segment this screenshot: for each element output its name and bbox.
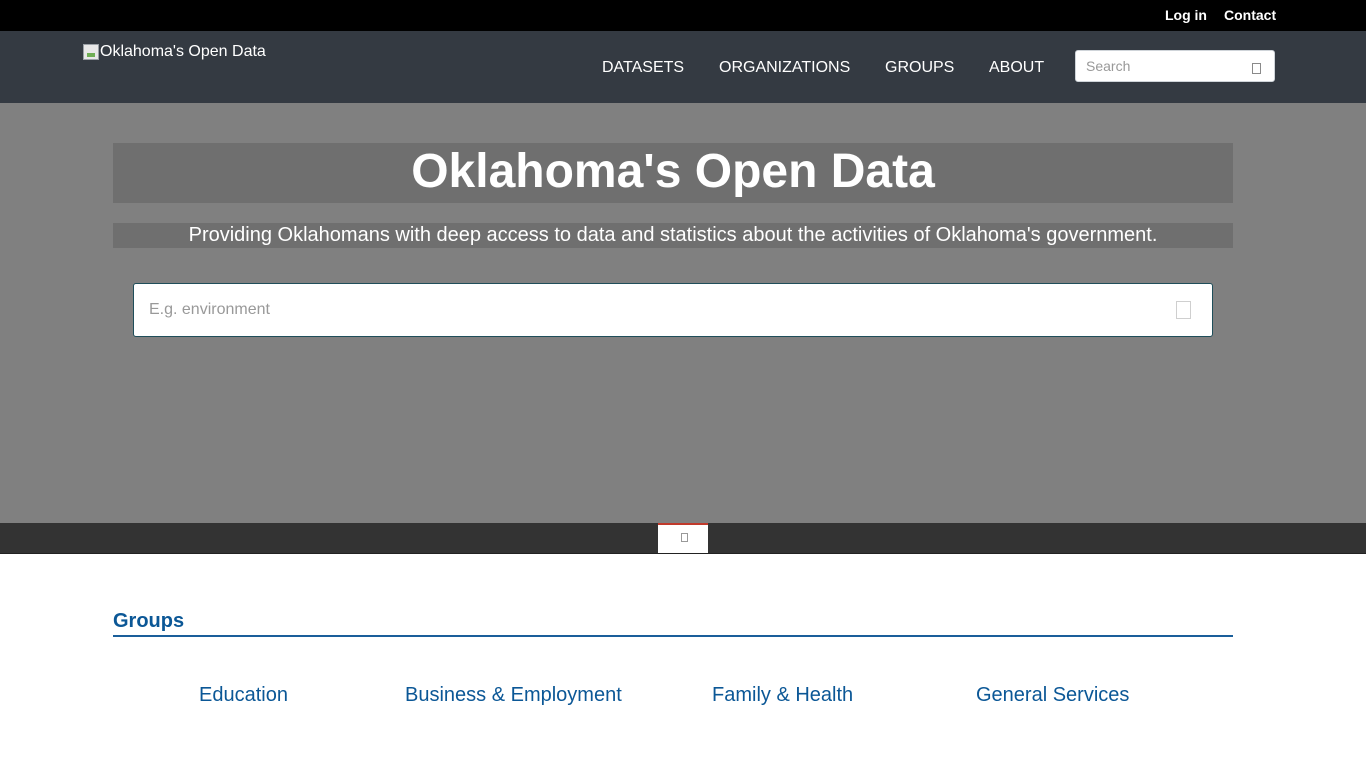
- site-logo[interactable]: Oklahoma's Open Data: [83, 41, 266, 63]
- search-icon[interactable]: [1252, 63, 1261, 74]
- hero-subtitle: Providing Oklahomans with deep access to…: [113, 223, 1233, 248]
- dataset-search-input[interactable]: [134, 284, 1134, 336]
- nav-groups[interactable]: GROUPS: [885, 59, 954, 77]
- broken-image-icon: [83, 44, 99, 60]
- nav-organizations[interactable]: ORGANIZATIONS: [719, 59, 850, 77]
- header-search-input[interactable]: [1076, 51, 1236, 81]
- chevron-icon: [681, 533, 688, 542]
- contact-link[interactable]: Contact: [1224, 7, 1276, 24]
- group-link-general-services[interactable]: General Services: [976, 684, 1129, 706]
- page-title: Oklahoma's Open Data: [113, 143, 1233, 203]
- nav-datasets[interactable]: DATASETS: [602, 59, 684, 77]
- top-utility-bar: Log in Contact: [0, 0, 1366, 31]
- logo-alt-text: Oklahoma's Open Data: [100, 43, 266, 60]
- main-navbar: Oklahoma's Open Data DATASETS ORGANIZATI…: [0, 31, 1366, 103]
- section-toggle-button[interactable]: [658, 523, 708, 553]
- search-icon[interactable]: [1176, 301, 1191, 319]
- groups-heading: Groups: [113, 609, 1233, 637]
- group-link-education[interactable]: Education: [199, 684, 288, 706]
- section-tab-strip: [0, 523, 1366, 554]
- group-link-family-health[interactable]: Family & Health: [712, 684, 853, 706]
- nav-about[interactable]: ABOUT: [989, 59, 1044, 77]
- hero-search-box: [133, 283, 1213, 337]
- hero-banner: Oklahoma's Open Data Providing Oklahoman…: [0, 103, 1366, 523]
- login-link[interactable]: Log in: [1165, 7, 1207, 24]
- group-link-business-employment[interactable]: Business & Employment: [405, 684, 622, 706]
- header-search-box: [1075, 50, 1275, 82]
